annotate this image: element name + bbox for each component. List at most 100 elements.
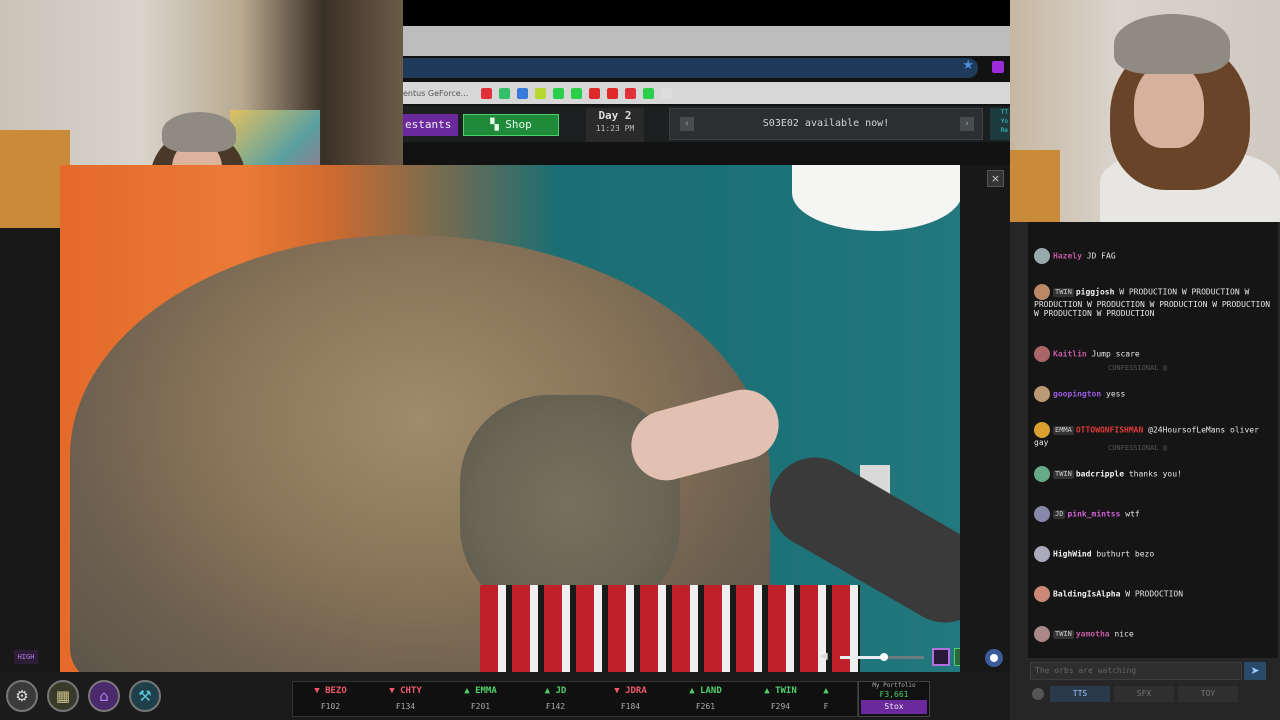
bookmark-favicon-icon[interactable] xyxy=(535,87,547,99)
bookmark-favicon-icon[interactable] xyxy=(499,87,511,99)
chat-text: wtf xyxy=(1125,509,1140,519)
chat-input[interactable]: The orbs are watching xyxy=(1030,662,1242,680)
bookmark-favicon-icon[interactable] xyxy=(553,87,565,99)
tab-strip xyxy=(403,26,1010,56)
ticker-value: ₣294 xyxy=(770,702,791,711)
volume-knob[interactable] xyxy=(880,653,888,661)
main-video[interactable]: ◀ xyxy=(60,165,960,672)
stox-button[interactable]: Stox xyxy=(861,700,927,714)
portfolio-value: ₣3,661 xyxy=(879,690,909,699)
quality-badge[interactable]: HIGH xyxy=(14,650,38,664)
avatar[interactable] xyxy=(1034,586,1050,602)
contestant-badge: TWIN xyxy=(1053,287,1074,297)
ticker-name: ▲ TWIN xyxy=(764,686,797,696)
bookmark-favicon-icon[interactable] xyxy=(661,87,673,99)
day-clock: Day 2 11:23 PM xyxy=(586,108,644,142)
wooden-chair xyxy=(1010,150,1060,222)
bookmark-favicon-icon[interactable] xyxy=(643,87,655,99)
chat-text: JD FAG xyxy=(1086,251,1116,261)
fullscreen-icon[interactable] xyxy=(954,648,960,666)
ticker-item[interactable]: ▼ CHTY ₣134 xyxy=(368,682,443,716)
chat-username[interactable]: piggjosh xyxy=(1076,288,1115,297)
inventory-icon[interactable]: ▦ xyxy=(47,680,79,712)
ticker-item[interactable]: ▼ JDRA ₣184 xyxy=(593,682,668,716)
chat-username[interactable]: Kaitlin xyxy=(1053,350,1087,359)
theater-mode-icon[interactable] xyxy=(932,648,950,666)
edge-tag: TT Yo Re xyxy=(990,108,1010,140)
browser-area: ★ entus GeForce... estants ▚ Shop Day 2 … xyxy=(403,0,1010,165)
close-icon[interactable]: × xyxy=(987,170,1004,187)
chat-username[interactable]: badcripple xyxy=(1076,470,1124,479)
bookmark-star-icon[interactable]: ★ xyxy=(962,58,974,73)
ticker-item[interactable]: ▲ LAND ₣261 xyxy=(668,682,743,716)
chat-text: Jump scare xyxy=(1091,349,1140,359)
ticker-value: ₣261 xyxy=(695,702,716,711)
ticker-name: ▼ JDRA xyxy=(614,686,647,696)
chat-message: TWIN piggjosh W PRODUCTION W PRODUCTION W… xyxy=(1034,284,1274,318)
portfolio-label: My Portfolio xyxy=(872,682,916,689)
bookmark-favicon-icon[interactable] xyxy=(481,87,493,99)
record-icon[interactable] xyxy=(985,649,1003,667)
announcement-next-icon[interactable]: › xyxy=(960,117,974,131)
chat-username[interactable]: Hazely xyxy=(1053,252,1082,261)
ticker-name: ▲ JD xyxy=(544,686,567,696)
chat-tab-tts[interactable]: TTS xyxy=(1050,686,1110,702)
chat-message: Hazely JD FAG xyxy=(1034,248,1274,264)
bookmark-favicon-icon[interactable] xyxy=(589,87,601,99)
avatar[interactable] xyxy=(1034,506,1050,522)
shelter-icon[interactable]: ⌂ xyxy=(88,680,120,712)
ticker-item[interactable]: ▲ TWIN ₣294 xyxy=(743,682,818,716)
announcement-prev-icon[interactable]: ‹ xyxy=(680,117,694,131)
chat-username[interactable]: goopington xyxy=(1053,390,1101,399)
bookmark-link[interactable]: entus GeForce... xyxy=(403,89,468,98)
ticker-name: ▲ xyxy=(823,686,829,696)
contestant-badge: JD xyxy=(1053,509,1066,519)
wrench-icon[interactable]: ⚒ xyxy=(129,680,161,712)
time-label: 11:23 PM xyxy=(595,124,635,133)
send-icon[interactable]: ➤ xyxy=(1244,662,1266,680)
bookmark-favicon-icon[interactable] xyxy=(625,87,637,99)
chat-text: thanks you! xyxy=(1128,469,1182,479)
avatar[interactable] xyxy=(1034,466,1050,482)
avatar[interactable] xyxy=(1034,386,1050,402)
settings-icon[interactable]: ⚙ xyxy=(6,680,38,712)
ticker-item[interactable]: ▲ ₣ xyxy=(818,682,834,716)
confessional-stamp: CONFESSIONAL @ xyxy=(1108,364,1168,372)
volume-fill xyxy=(840,656,882,659)
volume-slider[interactable] xyxy=(840,653,924,661)
chat-username[interactable]: yamotha xyxy=(1076,630,1110,639)
contestant-badge: TWIN xyxy=(1053,469,1074,479)
chat-username[interactable]: HighWind xyxy=(1053,550,1092,559)
chat-username[interactable]: pink_mintss xyxy=(1067,510,1120,519)
ticker-item[interactable]: ▲ JD ₣142 xyxy=(518,682,593,716)
chat-message: TWIN yamotha nice xyxy=(1034,626,1274,642)
avatar[interactable] xyxy=(1034,284,1050,300)
shop-button[interactable]: ▚ Shop xyxy=(463,114,559,136)
bookmark-favicon-icon[interactable] xyxy=(571,87,583,99)
address-bar[interactable] xyxy=(403,58,978,78)
avatar[interactable] xyxy=(1034,346,1050,362)
avatar[interactable] xyxy=(1034,248,1050,264)
ticker-name: ▲ EMMA xyxy=(464,686,497,696)
ticker-item[interactable]: ▼ BEZO ₣102 xyxy=(293,682,368,716)
chat-tab-toy[interactable]: TOY xyxy=(1178,686,1238,702)
avatar[interactable] xyxy=(1034,626,1050,642)
chat-tab-sfx[interactable]: SFX xyxy=(1114,686,1174,702)
ticker-item[interactable]: ▲ EMMA ₣201 xyxy=(443,682,518,716)
chat-messages[interactable]: CONFESSIONAL @ CONFESSIONAL @ Hazely JD … xyxy=(1028,222,1278,658)
extension-icon[interactable] xyxy=(992,61,1004,73)
chat-message: EMMA OTTOWONFISHMAN @24HoursofLeMans oliv… xyxy=(1034,422,1274,447)
day-label: Day 2 xyxy=(598,109,632,122)
bucket-hat xyxy=(1114,14,1230,74)
avatar[interactable] xyxy=(1034,546,1050,562)
bookmark-favicon-icon[interactable] xyxy=(607,87,619,99)
chat-message: BaldingIsAlpha W PRODOCTION xyxy=(1034,586,1274,602)
chat-message: Kaitlin Jump scare xyxy=(1034,346,1274,362)
bookmark-favicon-icon[interactable] xyxy=(517,87,529,99)
chat-username[interactable]: BaldingIsAlpha xyxy=(1053,590,1120,599)
contestants-button[interactable]: estants xyxy=(403,114,458,136)
avatar[interactable] xyxy=(1034,422,1050,438)
volume-icon[interactable]: ◀ xyxy=(820,651,828,662)
chat-message: TWIN badcripple thanks you! xyxy=(1034,466,1274,482)
chat-username[interactable]: OTTOWONFISHMAN xyxy=(1076,426,1143,435)
